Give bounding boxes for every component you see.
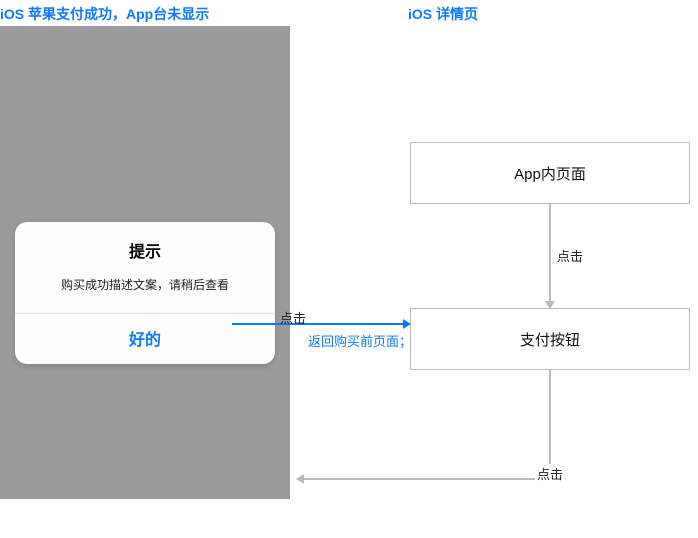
- arrow-app-to-pay: [549, 204, 551, 308]
- alert-title: 提示: [15, 222, 275, 262]
- alert-ok-button[interactable]: 好的: [15, 314, 275, 364]
- heading-left: iOS 苹果支付成功，App台未显示: [0, 4, 209, 24]
- flow-box-pay-button: 支付按钮: [410, 308, 690, 370]
- arrow-alert-to-paybox: [232, 323, 410, 325]
- label-click-horiz: 点击: [280, 308, 306, 327]
- label-return-page: 返回购买前页面；: [308, 331, 412, 350]
- ios-alert-dialog: 提示 购买成功描述文案，请稍后查看 好的: [15, 222, 275, 364]
- heading-right: iOS 详情页: [408, 4, 478, 24]
- flow-box-app-page: App内页面: [410, 142, 690, 204]
- flow-box-pay-button-label: 支付按钮: [520, 329, 580, 350]
- label-click-1: 点击: [557, 246, 583, 265]
- left-phone-panel: 提示 购买成功描述文案，请稍后查看 好的: [0, 26, 290, 499]
- arrow-pay-down: [549, 370, 551, 478]
- arrow-back-to-left: [297, 478, 551, 480]
- alert-body-text: 购买成功描述文案，请稍后查看: [15, 262, 275, 313]
- flow-box-app-page-label: App内页面: [514, 163, 586, 184]
- label-click-2: 点击: [535, 464, 565, 483]
